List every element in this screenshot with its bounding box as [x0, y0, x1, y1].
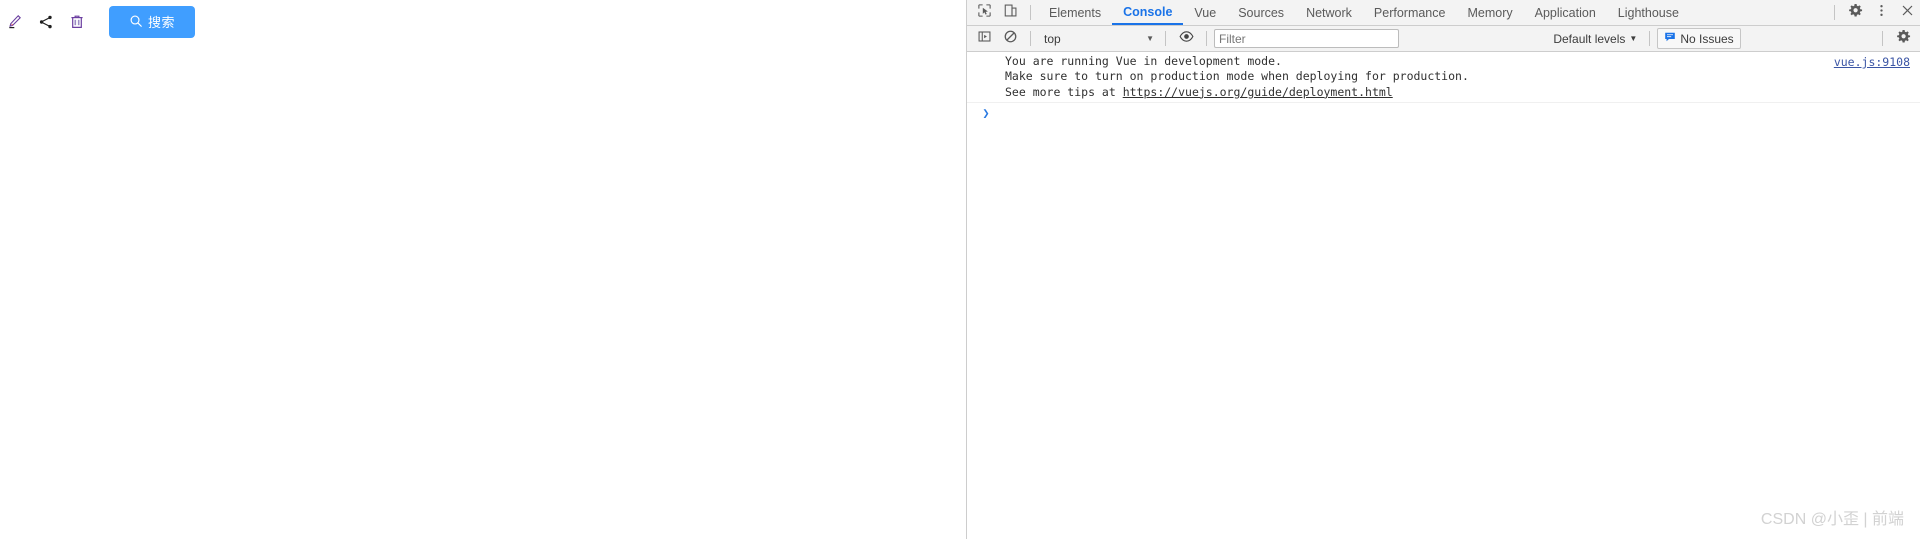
trash-delete-icon — [69, 14, 85, 30]
console-message-source-link[interactable]: vue.js:9108 — [1834, 55, 1910, 69]
console-sidebar-toggle-icon — [977, 29, 992, 49]
chevron-down-icon: ▼ — [1629, 34, 1638, 43]
toolbar-divider-right — [1834, 5, 1835, 20]
tab-lighthouse[interactable]: Lighthouse — [1607, 0, 1690, 25]
console-message-list[interactable]: You are running Vue in development mode.… — [967, 52, 1920, 539]
devtools-panel: Elements Console Vue Sources Network Per… — [967, 0, 1920, 539]
console-context-value: top — [1044, 31, 1061, 46]
console-settings-gear-icon — [1896, 29, 1911, 49]
tab-application[interactable]: Application — [1524, 0, 1607, 25]
console-toolbar-divider-4 — [1649, 31, 1651, 46]
live-expression-eye-icon-button[interactable] — [1173, 27, 1199, 51]
console-message-line-prefix: See more tips at — [1005, 84, 1123, 99]
console-message-line: Make sure to turn on production mode whe… — [1005, 69, 1469, 84]
inspect-element-icon — [977, 3, 992, 23]
live-expression-eye-icon — [1178, 29, 1194, 49]
settings-gear-icon — [1848, 3, 1863, 23]
clear-console-icon-button[interactable] — [997, 27, 1023, 51]
issues-badge-label: No Issues — [1680, 31, 1734, 46]
settings-gear-icon-button[interactable] — [1842, 1, 1868, 25]
close-devtools-icon-button[interactable] — [1894, 1, 1920, 25]
console-context-select[interactable]: top ▼ — [1038, 29, 1158, 48]
search-icon — [129, 14, 143, 31]
share-icon-button[interactable] — [35, 10, 57, 34]
console-filter-input[interactable] — [1214, 29, 1399, 48]
watermark-text: CSDN @小歪 | 前端 — [1760, 511, 1904, 528]
tab-console[interactable]: Console — [1112, 0, 1184, 25]
toggle-device-toolbar-icon-button[interactable] — [997, 1, 1023, 25]
console-prompt[interactable]: ❯ — [967, 103, 1920, 127]
more-options-kebab-icon — [1874, 3, 1889, 23]
clear-console-icon — [1003, 29, 1018, 49]
console-toolbar: top ▼ Default levels ▼ — [967, 26, 1920, 52]
console-levels-label: Default levels — [1553, 31, 1626, 46]
console-prompt-input[interactable] — [1005, 106, 1920, 121]
search-button-label: 搜索 — [147, 14, 175, 30]
trash-delete-icon-button[interactable] — [66, 10, 88, 34]
console-sidebar-toggle-icon-button[interactable] — [971, 27, 997, 51]
application-pane: 搜索 — [0, 0, 966, 539]
tab-elements[interactable]: Elements — [1038, 0, 1112, 25]
more-options-kebab-icon-button[interactable] — [1868, 1, 1894, 25]
toolbar-divider — [1030, 5, 1031, 20]
issues-message-icon — [1664, 31, 1676, 46]
console-toolbar-divider-2 — [1165, 31, 1166, 46]
console-toolbar-divider-5 — [1882, 31, 1884, 46]
share-icon — [38, 14, 54, 30]
search-button[interactable]: 搜索 — [109, 6, 195, 38]
prompt-arrow-icon: ❯ — [982, 106, 990, 121]
console-message-line: See more tips at https://vuejs.org/guide… — [1005, 85, 1920, 100]
toggle-device-toolbar-icon — [1003, 3, 1018, 23]
console-toolbar-divider-1 — [1030, 31, 1031, 46]
edit-pencil-icon-button[interactable] — [4, 10, 26, 34]
tab-sources[interactable]: Sources — [1227, 0, 1295, 25]
console-message[interactable]: You are running Vue in development mode.… — [967, 52, 1920, 104]
inspect-element-icon-button[interactable] — [971, 1, 997, 25]
issues-status-badge[interactable]: No Issues — [1657, 28, 1741, 49]
close-icon — [1900, 3, 1915, 23]
console-levels-select[interactable]: Default levels ▼ — [1548, 29, 1642, 48]
tab-network[interactable]: Network — [1295, 0, 1363, 25]
deployment-guide-link[interactable]: https://vuejs.org/guide/deployment.html — [1123, 85, 1393, 99]
edit-pencil-icon — [7, 14, 23, 30]
devtools-tabbar: Elements Console Vue Sources Network Per… — [967, 0, 1920, 26]
tab-memory[interactable]: Memory — [1456, 0, 1523, 25]
app-toolbar: 搜索 — [0, 0, 195, 44]
tab-performance[interactable]: Performance — [1363, 0, 1457, 25]
tab-vue[interactable]: Vue — [1183, 0, 1227, 25]
console-settings-gear-icon-button[interactable] — [1890, 27, 1916, 51]
console-toolbar-divider-3 — [1206, 31, 1207, 46]
console-message-line: You are running Vue in development mode. — [1005, 54, 1282, 68]
chevron-down-icon: ▼ — [1146, 34, 1154, 43]
